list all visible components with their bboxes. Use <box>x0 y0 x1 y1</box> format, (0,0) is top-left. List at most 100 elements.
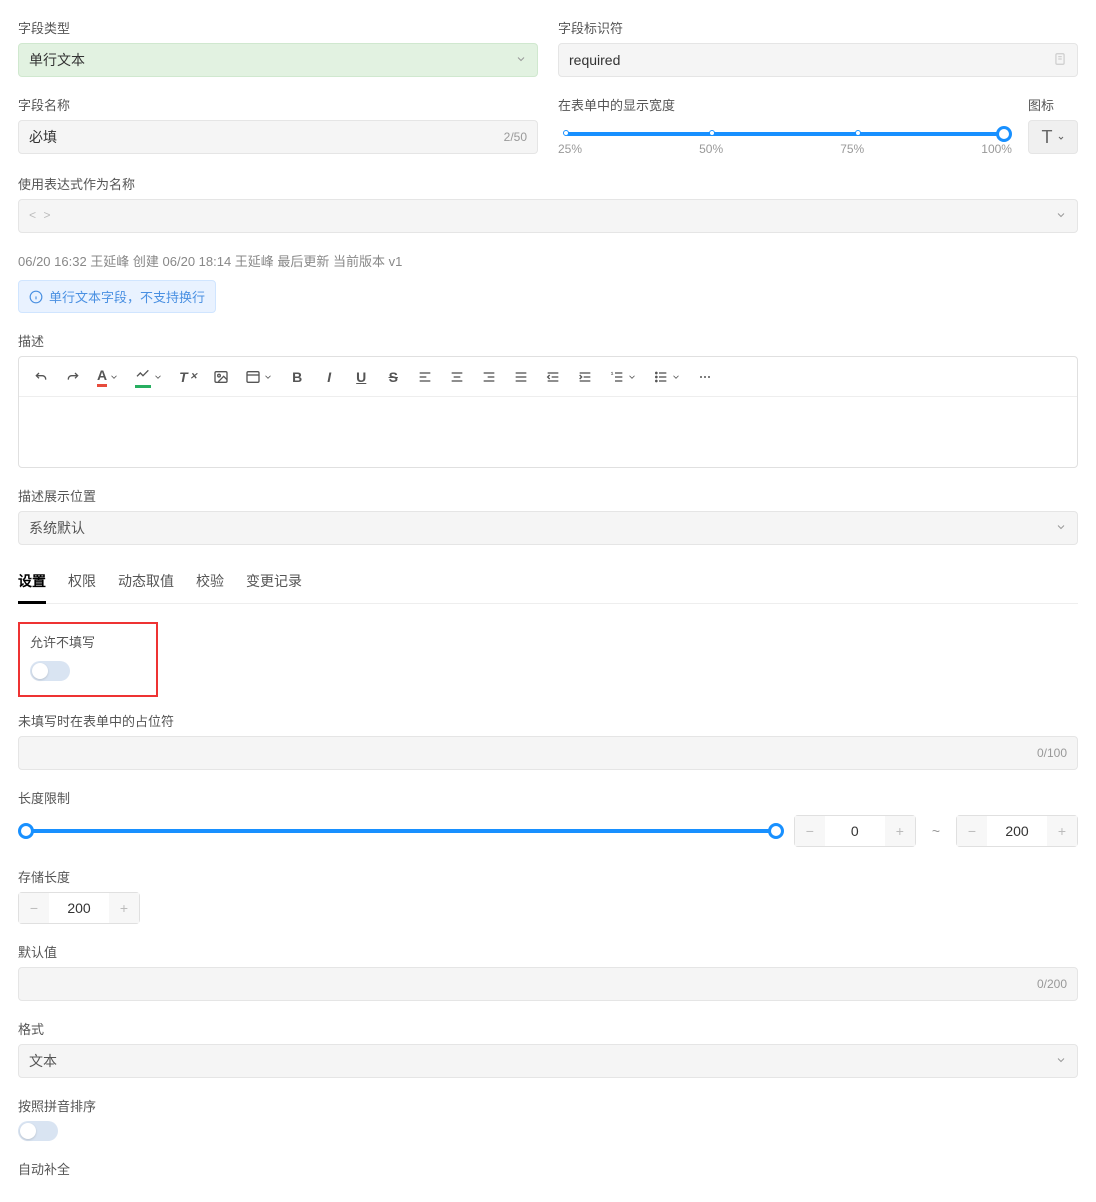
width-label: 在表单中的显示宽度 <box>558 95 1012 114</box>
document-icon <box>1053 52 1067 69</box>
description-label: 描述 <box>18 331 1078 350</box>
align-center-icon[interactable] <box>449 369 465 385</box>
field-identifier-value: required <box>569 52 620 68</box>
format-label: 格式 <box>18 1019 1078 1038</box>
more-icon[interactable] <box>697 369 713 385</box>
meta-info: 06/20 16:32 王延峰 创建 06/20 18:14 王延峰 最后更新 … <box>18 251 1078 270</box>
range-separator: ~ <box>932 823 940 839</box>
undo-icon[interactable] <box>33 369 49 385</box>
field-type-label: 字段类型 <box>18 18 538 37</box>
allow-empty-highlight: 允许不填写 <box>18 622 158 697</box>
decrease-button[interactable]: − <box>957 816 987 846</box>
expression-input[interactable]: < > <box>18 199 1078 233</box>
bold-icon[interactable]: B <box>289 369 305 385</box>
field-type-select[interactable]: 单行文本 <box>18 43 538 77</box>
desc-position-select[interactable]: 系统默认 <box>18 511 1078 545</box>
field-identifier-input[interactable]: required <box>558 43 1078 77</box>
editor-content-area[interactable] <box>19 397 1077 467</box>
decrease-button[interactable]: − <box>19 893 49 923</box>
highlight-color-button[interactable] <box>135 365 163 388</box>
storage-length-input[interactable] <box>49 893 109 923</box>
indent-decrease-icon[interactable] <box>545 369 561 385</box>
slider-mark-50 <box>709 130 715 136</box>
allow-empty-toggle[interactable] <box>30 661 70 681</box>
range-thumb-max[interactable] <box>768 823 784 839</box>
info-chip: 单行文本字段，不支持换行 <box>18 280 216 313</box>
length-limit-label: 长度限制 <box>18 788 1078 807</box>
width-mark-label: 50% <box>699 142 723 156</box>
layout-icon[interactable] <box>245 369 273 385</box>
storage-length-label: 存储长度 <box>18 867 1078 886</box>
range-thumb-min[interactable] <box>18 823 34 839</box>
info-icon <box>29 290 43 304</box>
placeholder-input[interactable]: 0/100 <box>18 736 1078 770</box>
tab-changelog[interactable]: 变更记录 <box>246 563 302 603</box>
chevron-down-icon <box>1057 129 1065 145</box>
icon-label: 图标 <box>1028 95 1078 114</box>
default-value-counter: 0/200 <box>1037 977 1067 991</box>
pinyin-sort-toggle[interactable] <box>18 1121 58 1141</box>
ordered-list-icon[interactable]: 1 <box>609 369 637 385</box>
icon-picker[interactable]: T <box>1028 120 1078 154</box>
field-name-input[interactable]: 必填 2/50 <box>18 120 538 154</box>
length-max-stepper[interactable]: − + <box>956 815 1078 847</box>
chevron-down-icon <box>515 53 527 68</box>
svg-text:1: 1 <box>611 370 614 375</box>
align-left-icon[interactable] <box>417 369 433 385</box>
align-right-icon[interactable] <box>481 369 497 385</box>
italic-icon[interactable]: I <box>321 369 337 385</box>
chevron-down-icon <box>1055 521 1067 536</box>
icon-value: T <box>1042 127 1053 148</box>
rich-text-editor: A T✕ B I U S 1 <box>18 356 1078 468</box>
tab-validation[interactable]: 校验 <box>196 563 224 603</box>
slider-mark-75 <box>855 130 861 136</box>
default-value-input[interactable]: 0/200 <box>18 967 1078 1001</box>
pinyin-sort-label: 按照拼音排序 <box>18 1096 1078 1115</box>
length-range-slider[interactable] <box>18 821 784 841</box>
field-identifier-label: 字段标识符 <box>558 18 1078 37</box>
tab-permissions[interactable]: 权限 <box>68 563 96 603</box>
tab-settings[interactable]: 设置 <box>18 563 46 604</box>
field-name-label: 字段名称 <box>18 95 538 114</box>
format-select[interactable]: 文本 <box>18 1044 1078 1078</box>
chevron-down-icon <box>1055 209 1067 224</box>
text-color-button[interactable]: A <box>97 367 119 387</box>
desc-position-value: 系统默认 <box>29 518 85 538</box>
align-justify-icon[interactable] <box>513 369 529 385</box>
underline-icon[interactable]: U <box>353 369 369 385</box>
strikethrough-icon[interactable]: S <box>385 369 401 385</box>
width-mark-label: 100% <box>981 142 1012 156</box>
expression-label: 使用表达式作为名称 <box>18 174 1078 193</box>
field-type-value: 单行文本 <box>29 50 85 70</box>
tab-dynamic-value[interactable]: 动态取值 <box>118 563 174 603</box>
width-slider[interactable]: 25% 50% 75% 100% <box>558 120 1012 156</box>
indent-increase-icon[interactable] <box>577 369 593 385</box>
storage-length-stepper[interactable]: − + <box>18 892 140 924</box>
field-name-counter: 2/50 <box>504 130 527 144</box>
default-value-label: 默认值 <box>18 942 1078 961</box>
allow-empty-label: 允许不填写 <box>30 632 146 651</box>
code-icon: < > <box>29 209 51 223</box>
unordered-list-icon[interactable] <box>653 369 681 385</box>
slider-thumb[interactable] <box>996 126 1012 142</box>
image-icon[interactable] <box>213 369 229 385</box>
desc-position-label: 描述展示位置 <box>18 486 1078 505</box>
slider-mark-25 <box>563 130 569 136</box>
clear-format-icon[interactable]: T✕ <box>179 369 197 385</box>
autocomplete-label: 自动补全 <box>18 1159 1078 1178</box>
decrease-button[interactable]: − <box>795 816 825 846</box>
tabs: 设置 权限 动态取值 校验 变更记录 <box>18 563 1078 604</box>
increase-button[interactable]: + <box>1047 816 1077 846</box>
redo-icon[interactable] <box>65 369 81 385</box>
increase-button[interactable]: + <box>109 893 139 923</box>
placeholder-label: 未填写时在表单中的占位符 <box>18 711 1078 730</box>
length-min-input[interactable] <box>825 816 885 846</box>
length-min-stepper[interactable]: − + <box>794 815 916 847</box>
width-mark-label: 75% <box>840 142 864 156</box>
chevron-down-icon <box>1055 1054 1067 1069</box>
placeholder-counter: 0/100 <box>1037 746 1067 760</box>
info-text: 单行文本字段，不支持换行 <box>49 287 205 306</box>
length-max-input[interactable] <box>987 816 1047 846</box>
format-value: 文本 <box>29 1051 57 1071</box>
increase-button[interactable]: + <box>885 816 915 846</box>
